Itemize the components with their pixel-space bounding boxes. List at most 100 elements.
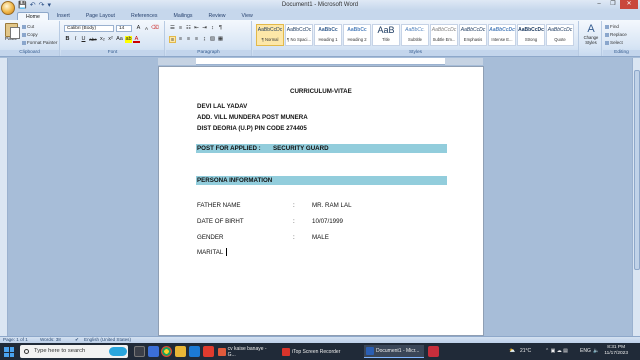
style-preview: AaBbCcDc: [257, 27, 283, 33]
taskbar-clock[interactable]: 8:31 PM 11/17/2023: [604, 345, 628, 357]
minimize-button[interactable]: –: [592, 0, 606, 9]
style-heading-2[interactable]: AaBbCc Heading 2: [343, 24, 371, 46]
style-emphasis[interactable]: AaBbCcDc Emphasis: [459, 24, 487, 46]
style-preview: AaBbCcDc: [431, 27, 457, 33]
tab-mailings[interactable]: Mailings: [166, 12, 201, 20]
align-left-icon[interactable]: ≡: [169, 36, 176, 43]
taskbar-app-chrome-window[interactable]: cv kaise banaye - G...: [216, 345, 276, 358]
font-size-select[interactable]: 14: [116, 25, 132, 32]
ruler-right-margin: [445, 58, 483, 65]
windows-start-icon[interactable]: [4, 347, 14, 357]
line-spacing-icon[interactable]: ↨: [201, 36, 208, 43]
weather-icon[interactable]: ⛅: [509, 343, 515, 360]
brush-icon: [22, 40, 26, 45]
styles-group: AaBbCcDc ¶ Normal AaBbCcDc ¶ No Spaci... A…: [253, 21, 579, 56]
taskbar-app-word[interactable]: Document1 - Micr...: [364, 345, 424, 358]
italic-button[interactable]: I: [72, 36, 79, 43]
align-right-icon[interactable]: ≡: [185, 36, 192, 43]
increase-indent-icon[interactable]: ⇥: [201, 25, 208, 32]
weather-temp[interactable]: 21°C: [520, 343, 531, 360]
style-subtle-emphasis[interactable]: AaBbCcDc Subtle Em...: [430, 24, 458, 46]
volume-icon[interactable]: 🔈: [593, 343, 599, 360]
chrome-icon[interactable]: [161, 346, 172, 357]
style-no-spacing[interactable]: AaBbCcDc ¶ No Spaci...: [285, 24, 313, 46]
cortana-icon[interactable]: [148, 346, 159, 357]
subscript-button[interactable]: x₂: [99, 36, 106, 43]
sort-icon[interactable]: ↕: [209, 25, 216, 32]
style-name: Subtle Em...: [432, 37, 456, 42]
taskbar: Type here to search cv kaise banaye - G.…: [0, 343, 640, 360]
style-name: Subtitle: [408, 37, 422, 42]
tab-view[interactable]: View: [234, 12, 261, 20]
change-styles-button[interactable]: A Change Styles: [582, 23, 600, 45]
style-strong[interactable]: AaBbCcDc Strong: [517, 24, 545, 46]
section-heading: PERSONA INFORMATION: [197, 177, 273, 184]
meet-icon[interactable]: [109, 347, 127, 356]
superscript-button[interactable]: x²: [107, 36, 114, 43]
decrease-indent-icon[interactable]: ⇤: [193, 25, 200, 32]
font-color-button[interactable]: A: [133, 36, 140, 43]
grow-font-icon[interactable]: A: [135, 25, 142, 32]
numbering-icon[interactable]: ≡: [177, 25, 184, 32]
replace-button[interactable]: Replace: [605, 32, 627, 37]
tray-icons[interactable]: ⌃ ▣ ☁ ▤: [545, 343, 568, 360]
show-marks-icon[interactable]: ¶: [217, 25, 224, 32]
tab-home[interactable]: Home: [17, 12, 49, 20]
font-family-select[interactable]: Calibri (Body): [64, 25, 114, 32]
save-icon[interactable]: 💾: [18, 1, 27, 9]
select-button[interactable]: Select: [605, 40, 623, 45]
undo-icon[interactable]: ↶: [30, 1, 36, 9]
style-title[interactable]: AaB Title: [372, 24, 400, 46]
clear-format-icon[interactable]: ⌫: [151, 25, 159, 32]
style-normal[interactable]: AaBbCcDc ¶ Normal: [256, 24, 284, 46]
copy-button[interactable]: Copy: [22, 32, 38, 37]
underline-button[interactable]: U: [80, 36, 87, 43]
style-name: Title: [382, 37, 390, 42]
shrink-font-icon[interactable]: A: [143, 25, 150, 32]
redo-icon[interactable]: ↷: [39, 1, 45, 9]
shading-icon[interactable]: ▨: [209, 36, 216, 43]
tab-references[interactable]: References: [123, 12, 166, 20]
pinned-app-icon[interactable]: [428, 346, 439, 357]
style-name: Emphasis: [463, 37, 483, 42]
style-preview: AaBbCcDc: [286, 27, 312, 33]
customize-qat-icon[interactable]: ▾: [47, 1, 51, 9]
taskbar-app-recorder[interactable]: iTop Screen Recorder: [280, 345, 344, 358]
input-language[interactable]: ENG: [580, 343, 591, 360]
office-button[interactable]: [1, 1, 15, 15]
document-page[interactable]: CURRICULUM-VITAE DEVI LAL YADAV ADD. VIL…: [158, 66, 484, 336]
strikethrough-button[interactable]: abe: [88, 36, 98, 43]
find-button[interactable]: Find: [605, 24, 619, 29]
style-heading-1[interactable]: AaBbCc Heading 1: [314, 24, 342, 46]
vertical-scrollbar[interactable]: [632, 58, 640, 336]
editing-group: Find Replace Select Editing: [603, 21, 640, 56]
close-button[interactable]: ✕: [620, 0, 638, 9]
highlight-button[interactable]: ab: [125, 36, 132, 43]
tab-review[interactable]: Review: [201, 12, 234, 20]
multilevel-list-icon[interactable]: ☷: [185, 25, 192, 32]
align-center-icon[interactable]: ≡: [177, 36, 184, 43]
scrollbar-thumb[interactable]: [634, 70, 640, 270]
edge-icon[interactable]: [189, 346, 200, 357]
paste-button[interactable]: Paste: [3, 23, 20, 47]
format-painter-button[interactable]: Format Painter: [22, 40, 57, 45]
file-explorer-icon[interactable]: [175, 346, 186, 357]
tab-page-layout[interactable]: Page Layout: [78, 12, 123, 20]
task-view-icon[interactable]: [134, 346, 145, 357]
bold-button[interactable]: B: [64, 36, 71, 43]
change-case-button[interactable]: Aa: [115, 36, 124, 43]
style-intense-emphasis[interactable]: AaBbCcDc Intense E...: [488, 24, 516, 46]
bullets-icon[interactable]: ☰: [169, 25, 176, 32]
style-subtitle[interactable]: AaBbCc. Subtitle: [401, 24, 429, 46]
justify-icon[interactable]: ≡: [193, 36, 200, 43]
cut-button[interactable]: Cut: [22, 24, 34, 29]
chrome-window-icon: [218, 347, 226, 356]
tab-insert[interactable]: Insert: [49, 12, 78, 20]
post-label: POST FOR APPLIED :: [197, 145, 261, 152]
borders-icon[interactable]: ▦: [217, 36, 224, 43]
notification-icon[interactable]: [632, 346, 638, 356]
style-quote[interactable]: AaBbCcDc Quote: [546, 24, 574, 46]
app-icon[interactable]: [203, 346, 214, 357]
maximize-button[interactable]: ❐: [606, 0, 620, 9]
field-label: FATHER NAME: [197, 202, 241, 209]
